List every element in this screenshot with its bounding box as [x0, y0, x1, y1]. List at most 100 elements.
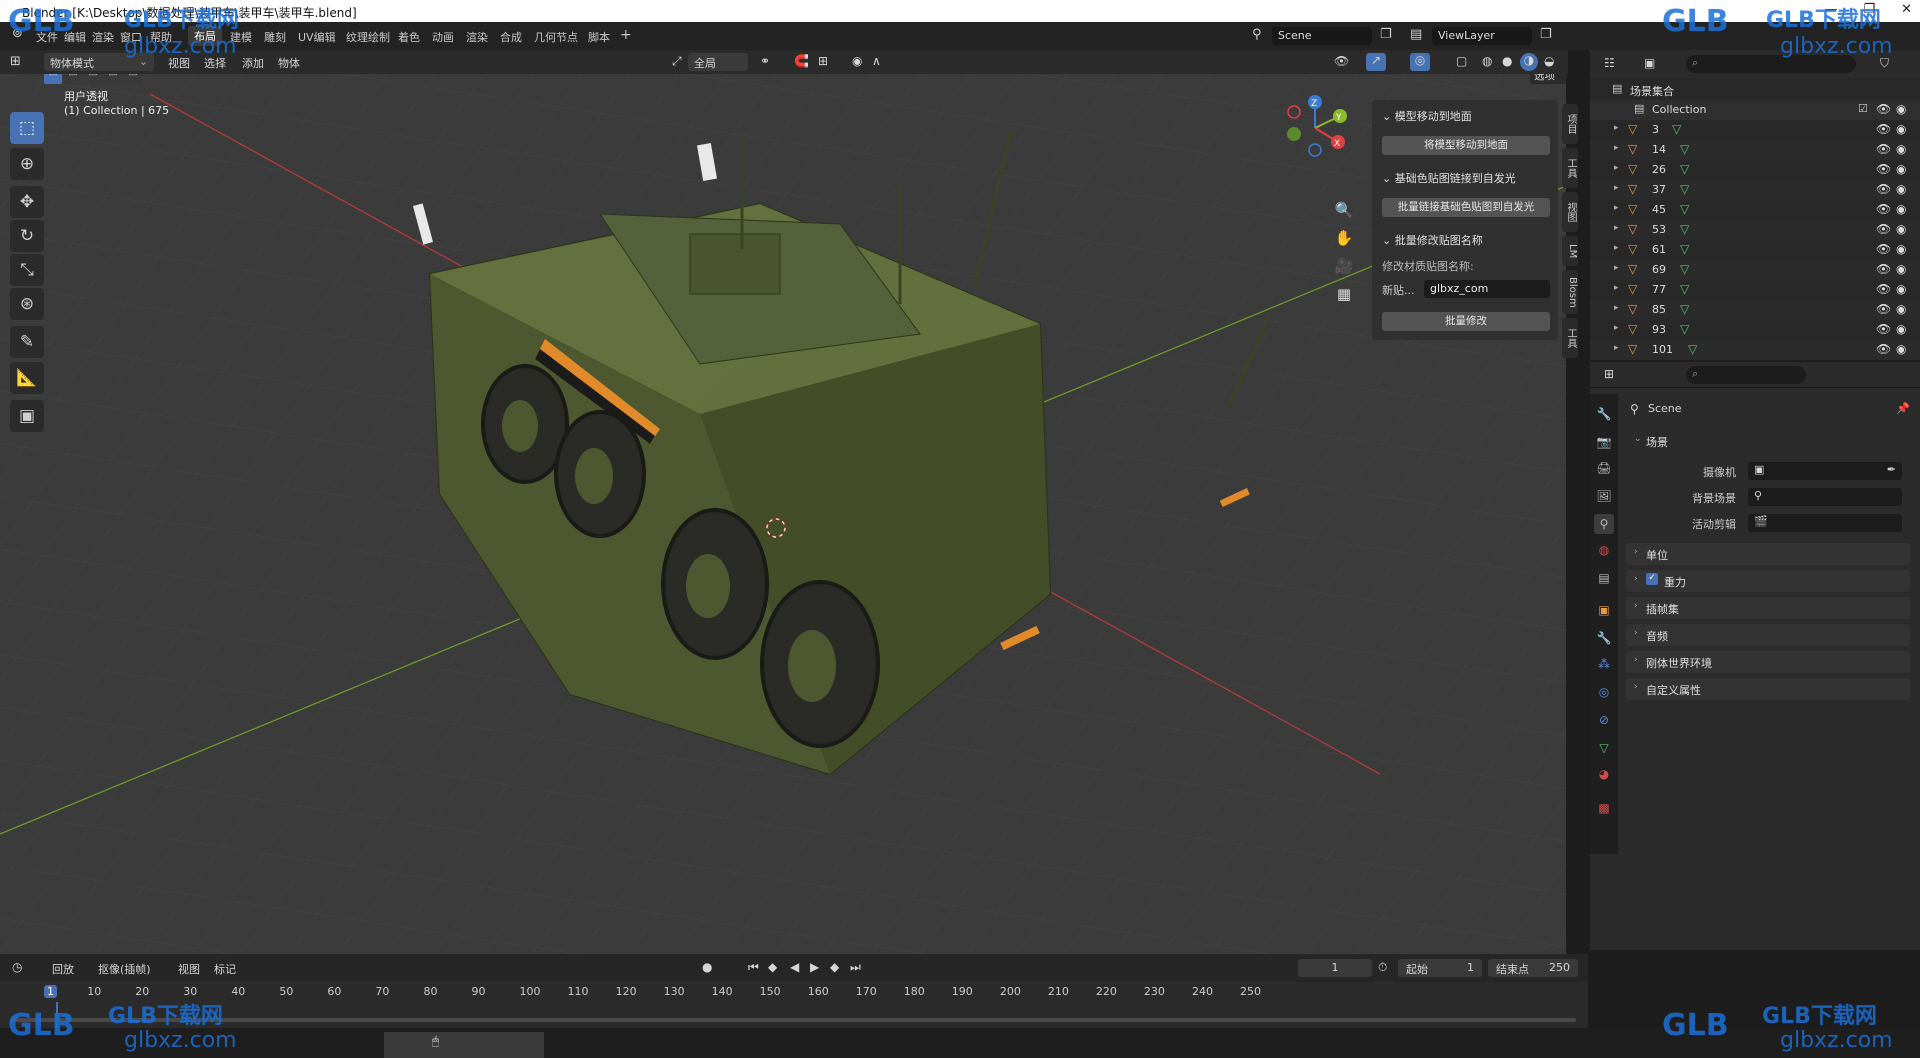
units-section-header[interactable]: › 单位 [1626, 543, 1910, 565]
zoom-icon[interactable]: 🔍 [1330, 196, 1358, 224]
mesh-data-icon[interactable]: ▽ [1680, 202, 1689, 216]
camera-view-icon[interactable]: 🎥 [1330, 252, 1358, 280]
tab-rendering[interactable]: 渲染 [466, 29, 488, 45]
checkbox-icon[interactable]: ☑ [1858, 102, 1868, 115]
menu-marker[interactable]: 标记 [214, 961, 236, 977]
material-preview-icon[interactable]: ◑ [1520, 53, 1538, 71]
mesh-data-icon[interactable]: ▽ [1680, 262, 1689, 276]
link-basecolor-emission-button[interactable]: 批量链接基础色贴图到自发光 [1382, 198, 1550, 217]
camera-icon[interactable]: ◉ [1896, 102, 1906, 116]
sidebar-tab-tool[interactable]: 工具 [1562, 148, 1578, 188]
pan-hand-icon[interactable]: ✋ [1330, 224, 1358, 252]
properties-search-input[interactable]: ⌕ [1686, 366, 1806, 384]
expand-arrow-icon[interactable]: ▸ [1614, 183, 1619, 193]
3d-viewport[interactable]: ⬚ ⊕ ✥ ↻ ⤡ ⊛ ✎ 📐 ▣ ▭ ▭ ▭ ▭ ▭ 用户透视 (1) Col… [0, 74, 1566, 954]
current-frame-field[interactable]: 1 [1298, 959, 1372, 977]
outliner-object-row[interactable]: ▸ ▽ 45 ▽ 👁 ◉ [1590, 200, 1920, 220]
eye-icon[interactable]: 👁 [1876, 142, 1891, 156]
gravity-section-header[interactable]: › ✓ 重力 [1626, 570, 1910, 592]
snap-icon[interactable]: 🧲 [794, 54, 809, 68]
viewlayer-selector[interactable]: ViewLayer [1432, 27, 1532, 45]
xray-icon[interactable]: ▢ [1456, 54, 1467, 68]
add-workspace-icon[interactable]: + [620, 27, 632, 43]
camera-icon[interactable]: ◉ [1896, 182, 1906, 196]
editor-type-icon[interactable]: ⊞ [10, 54, 21, 69]
camera-icon[interactable]: ◉ [1896, 322, 1906, 336]
scene-icon[interactable]: ⚲ [1252, 27, 1262, 42]
auto-keying-icon[interactable]: ● [702, 960, 712, 974]
select-new-icon[interactable]: ▭ [44, 74, 62, 84]
snap-target-icon[interactable]: ⊞ [818, 54, 828, 68]
eye-icon[interactable]: 👁 [1876, 282, 1891, 296]
eye-icon[interactable]: 👁 [1876, 342, 1891, 356]
outliner-object-row[interactable]: ▸ ▽ 69 ▽ 👁 ◉ [1590, 260, 1920, 280]
eye-icon[interactable]: 👁 [1876, 302, 1891, 316]
camera-icon[interactable]: ◉ [1896, 282, 1906, 296]
sidebar-tab-lm[interactable]: LM [1562, 236, 1578, 266]
viewlayer-icon[interactable]: ▤ [1410, 27, 1422, 42]
camera-icon[interactable]: ◉ [1896, 202, 1906, 216]
eye-icon[interactable]: 👁 [1876, 322, 1891, 336]
section-basecolor-emission-title[interactable]: ⌄ 基础色贴图链接到自发光 [1382, 170, 1516, 186]
object-tab-icon[interactable]: ▣ [1594, 600, 1614, 620]
custom-properties-section-header[interactable]: › 自定义属性 [1626, 678, 1910, 700]
tab-sculpting[interactable]: 雕刻 [264, 29, 286, 45]
add-cube-tool[interactable]: ▣ [10, 400, 44, 432]
eye-icon[interactable]: 👁 [1876, 222, 1891, 236]
proportional-edit-icon[interactable]: ◉ [852, 54, 862, 68]
mesh-data-icon[interactable]: ▽ [1680, 162, 1689, 176]
close-icon[interactable]: ✕ [1901, 2, 1912, 17]
pivot-icon[interactable]: ⚭ [760, 54, 770, 68]
eye-icon[interactable]: 👁 [1876, 102, 1891, 116]
move-tool[interactable]: ✥ [10, 186, 44, 218]
render-tab-icon[interactable]: 📷 [1594, 432, 1614, 452]
outliner-object-row[interactable]: ▸ ▽ 53 ▽ 👁 ◉ [1590, 220, 1920, 240]
sidebar-tab-blosm[interactable]: Blosm [1562, 270, 1578, 314]
sidebar-tab-view[interactable]: 视图 [1562, 192, 1578, 232]
gizmo-toggle-icon[interactable]: ↗ [1366, 53, 1386, 71]
mesh-data-icon[interactable]: ▽ [1680, 222, 1689, 236]
select-intersect-icon[interactable]: ▭ [124, 74, 142, 84]
mesh-data-icon[interactable]: ▽ [1672, 122, 1681, 136]
mesh-data-icon[interactable]: ▽ [1680, 142, 1689, 156]
view-layer-tab-icon[interactable]: 🖼 [1594, 486, 1614, 506]
expand-arrow-icon[interactable]: ▸ [1614, 343, 1619, 353]
camera-field[interactable]: ▣ ✒ [1748, 462, 1902, 480]
select-extend-icon[interactable]: ▭ [64, 74, 82, 84]
eye-icon[interactable]: 👁 [1876, 122, 1891, 136]
outliner-object-row[interactable]: ▸ ▽ 101 ▽ 👁 ◉ [1590, 340, 1920, 360]
outliner-object-row[interactable]: ▸ ▽ 77 ▽ 👁 ◉ [1590, 280, 1920, 300]
outliner-object-row[interactable]: ▸ ▽ 14 ▽ 👁 ◉ [1590, 140, 1920, 160]
mesh-data-icon[interactable]: ▽ [1680, 182, 1689, 196]
jump-end-icon[interactable]: ⏭ [850, 960, 861, 975]
outliner-object-row[interactable]: ▸ ▽ 85 ▽ 👁 ◉ [1590, 300, 1920, 320]
material-tab-icon[interactable]: ◕ [1594, 764, 1614, 784]
pin-icon[interactable]: 📌 [1896, 402, 1910, 415]
section-move-to-ground-title[interactable]: ⌄ 模型移动到地面 [1382, 108, 1472, 124]
camera-icon[interactable]: ◉ [1896, 302, 1906, 316]
camera-icon[interactable]: ◉ [1896, 222, 1906, 236]
scene-selector[interactable]: Scene [1272, 27, 1372, 45]
mesh-data-icon[interactable]: ▽ [1680, 302, 1689, 316]
new-name-input[interactable]: glbxz_com [1424, 280, 1550, 298]
options-dropdown[interactable]: 选项 [1530, 74, 1566, 84]
outliner-object-row[interactable]: ▸ ▽ 3 ▽ 👁 ◉ [1590, 120, 1920, 140]
scene-section-header[interactable]: ⌄ 场景 [1626, 430, 1910, 452]
jump-keyframe-back-icon[interactable]: ◆ [768, 960, 777, 974]
rendered-shading-icon[interactable]: ◒ [1544, 54, 1554, 68]
expand-arrow-icon[interactable]: ▸ [1614, 323, 1619, 333]
tab-geometry-nodes[interactable]: 几何节点 [534, 29, 578, 45]
tab-scripting[interactable]: 脚本 [588, 29, 610, 45]
overlay-toggle-icon[interactable]: ◎ [1410, 53, 1430, 71]
timeline-area[interactable]: 1 10 20 30 40 50 60 70 80 90 100 110 120 130 140 150 160… [0, 982, 1588, 1028]
new-viewlayer-icon[interactable]: ❐ [1540, 27, 1552, 42]
world-tab-icon[interactable]: ◍ [1594, 540, 1614, 560]
menu-add[interactable]: 添加 [242, 55, 264, 71]
eyedropper-icon[interactable]: ✒ [1887, 463, 1896, 476]
particles-tab-icon[interactable]: ⁂ [1594, 654, 1614, 674]
active-clip-field[interactable]: 🎬 [1748, 514, 1902, 532]
mesh-data-icon[interactable]: ▽ [1680, 282, 1689, 296]
camera-icon[interactable]: ◉ [1896, 162, 1906, 176]
modifier-tab-icon[interactable]: 🔧 [1594, 628, 1614, 648]
keying-sets-section-header[interactable]: › 刚体世界环境 [1626, 651, 1910, 673]
